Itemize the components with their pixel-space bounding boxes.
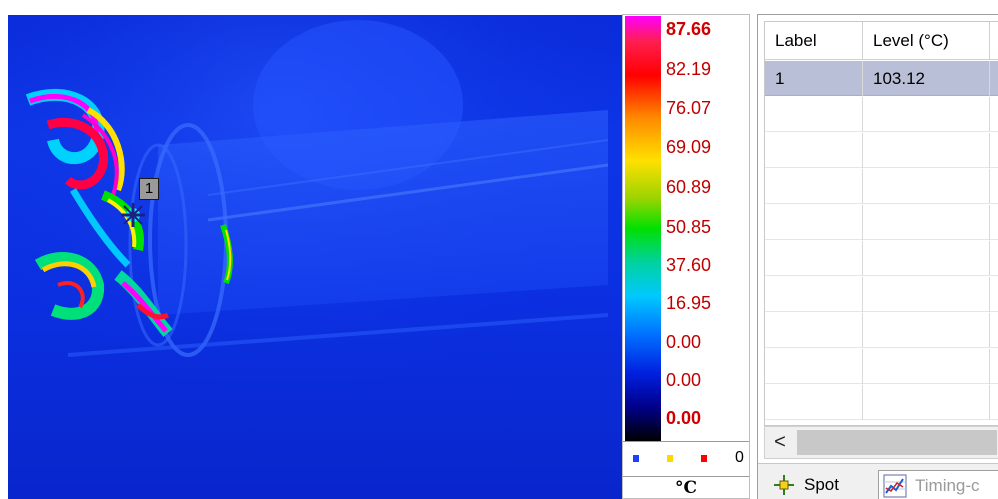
cell-extra — [990, 61, 998, 96]
table-row-empty[interactable] — [765, 133, 998, 168]
table-row-empty[interactable] — [765, 385, 998, 420]
color-scale-bar[interactable] — [625, 16, 661, 441]
scale-value: 60.89 — [666, 177, 712, 197]
scale-value: 37.60 — [666, 255, 712, 275]
cell-empty — [990, 97, 998, 132]
cell-empty — [863, 313, 990, 348]
tab-timing-label: Timing-c — [915, 475, 980, 495]
cell-level: 103.12 — [863, 61, 990, 96]
color-scale-panel: 87.66 82.19 76.07 69.09 60.89 50.85 37.6… — [622, 14, 750, 499]
scale-indicators — [633, 452, 743, 468]
cell-empty — [990, 169, 998, 204]
scale-min-value[interactable]: 0.00 — [666, 408, 701, 429]
column-header-label[interactable]: Label — [765, 22, 863, 60]
table-row-empty[interactable] — [765, 97, 998, 132]
cell-empty — [863, 169, 990, 204]
cell-empty — [863, 277, 990, 312]
scale-unit[interactable]: °C — [623, 478, 749, 498]
scale-value: 69.09 — [666, 137, 712, 157]
table-row-empty[interactable] — [765, 205, 998, 240]
thermal-image — [8, 15, 622, 499]
cell-empty — [765, 349, 863, 384]
crosshair-icon — [772, 473, 796, 497]
scale-value: 76.07 — [666, 98, 712, 118]
horizontal-scrollbar[interactable]: < — [764, 426, 998, 459]
scroll-left-icon[interactable]: < — [765, 427, 795, 458]
scale-value: 0.00 — [666, 370, 702, 390]
cell-empty — [990, 241, 998, 276]
cell-empty — [990, 133, 998, 168]
chart-icon — [883, 474, 907, 498]
cell-empty — [765, 133, 863, 168]
table-row-empty[interactable] — [765, 241, 998, 276]
cell-empty — [863, 205, 990, 240]
blue-indicator-icon — [633, 455, 639, 462]
scale-divider — [623, 476, 749, 477]
tab-timing[interactable]: Timing-c — [878, 470, 998, 499]
cell-empty — [765, 169, 863, 204]
cell-empty — [765, 385, 863, 420]
cell-empty — [765, 277, 863, 312]
cell-empty — [765, 97, 863, 132]
tab-bar: Spot Timing-c — [758, 463, 998, 499]
column-header-extra[interactable] — [990, 22, 998, 60]
scale-value: 0.00 — [666, 332, 702, 352]
column-header-level[interactable]: Level (°C) — [863, 22, 990, 60]
cell-empty — [863, 241, 990, 276]
thermal-image-view[interactable]: 1 — [8, 15, 622, 499]
cell-empty — [765, 205, 863, 240]
yellow-indicator-icon — [667, 455, 673, 462]
table-row-empty[interactable] — [765, 349, 998, 384]
spot-marker — [121, 203, 145, 227]
table-row-empty[interactable] — [765, 313, 998, 348]
cell-empty — [990, 313, 998, 348]
cell-empty — [990, 385, 998, 420]
scale-max-value[interactable]: 87.66 — [666, 19, 711, 40]
cell-empty — [990, 277, 998, 312]
tab-spot-label: Spot — [804, 475, 839, 494]
cell-empty — [863, 385, 990, 420]
table-header: Label Level (°C) — [765, 22, 998, 60]
tab-spot[interactable]: Spot — [772, 470, 880, 499]
spot-label[interactable]: 1 — [139, 178, 159, 200]
scale-value: 50.85 — [666, 217, 712, 237]
table-row-empty[interactable] — [765, 169, 998, 204]
red-indicator-icon — [701, 455, 707, 462]
scale-divider — [623, 441, 749, 442]
cell-empty — [990, 205, 998, 240]
measurement-panel: Label Level (°C) 1 103.12 < Spot Timing-… — [757, 14, 998, 499]
table-row-empty[interactable] — [765, 277, 998, 312]
scale-value: 16.95 — [666, 293, 712, 313]
measurement-table: Label Level (°C) 1 103.12 — [764, 21, 998, 426]
cell-empty — [863, 349, 990, 384]
cell-label: 1 — [765, 61, 863, 96]
indicator-count: 0 — [735, 449, 744, 466]
scale-labels: 87.66 82.19 76.07 69.09 60.89 50.85 37.6… — [666, 15, 746, 441]
cell-empty — [765, 313, 863, 348]
cell-empty — [863, 97, 990, 132]
cell-empty — [863, 133, 990, 168]
scrollbar-thumb[interactable] — [797, 430, 997, 455]
cell-empty — [990, 349, 998, 384]
scale-value: 82.19 — [666, 59, 712, 79]
table-row[interactable]: 1 103.12 — [765, 61, 998, 96]
cell-empty — [765, 241, 863, 276]
